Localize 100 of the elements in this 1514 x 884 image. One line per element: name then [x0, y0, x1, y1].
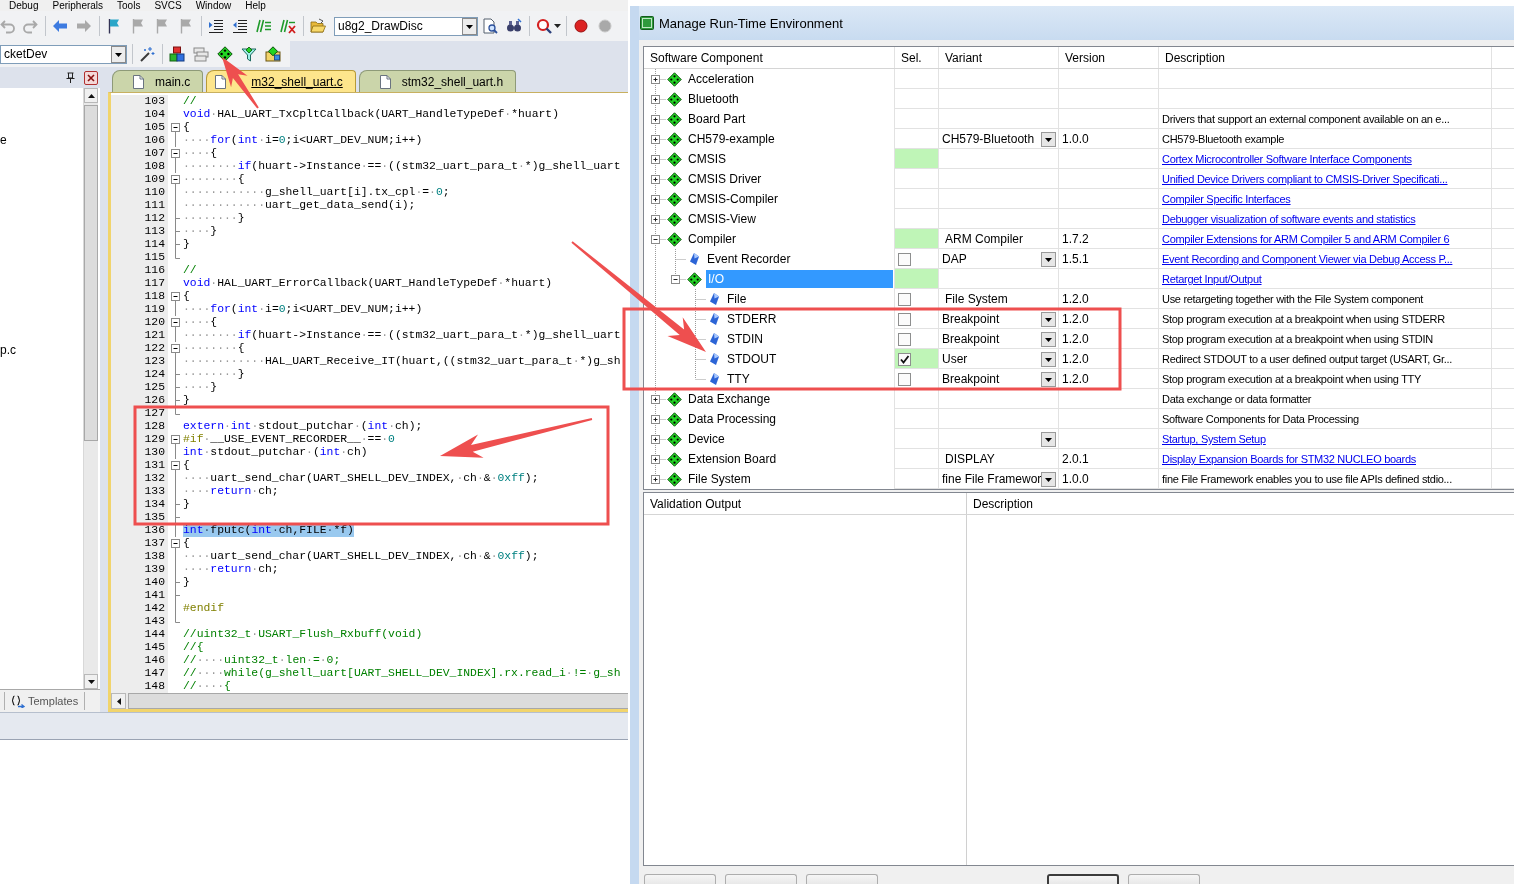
target-dropdown[interactable]: cketDev	[0, 44, 127, 64]
tree-item[interactable]: File System	[686, 470, 753, 488]
plus-box-icon[interactable]	[651, 75, 660, 84]
tree-item[interactable]: Data Exchange	[686, 390, 773, 408]
outdent-icon[interactable]	[232, 18, 248, 34]
variant-dropdown[interactable]: User	[942, 350, 1057, 368]
minus-box-icon[interactable]	[171, 175, 180, 186]
flag-icon[interactable]	[106, 18, 122, 34]
tree-item[interactable]: Data Processing	[686, 410, 779, 428]
wand-icon[interactable]	[139, 46, 155, 62]
binoculars-icon[interactable]	[506, 18, 522, 34]
plus-box-icon[interactable]	[651, 455, 660, 464]
left-arrow-icon[interactable]	[116, 697, 121, 705]
indent-icon[interactable]	[208, 18, 224, 34]
tree-item[interactable]: Event Recorder	[705, 250, 793, 268]
tree-item[interactable]: Bluetooth	[686, 90, 741, 108]
dot-icon[interactable]	[573, 18, 589, 34]
plus-box-icon[interactable]	[651, 435, 660, 444]
plus-box-icon[interactable]	[651, 175, 660, 184]
description-link[interactable]: Debugger visualization of software events and statistics	[1162, 213, 1416, 225]
minus-box-icon[interactable]	[171, 435, 180, 446]
comment-lines-icon[interactable]	[256, 18, 272, 34]
description-link[interactable]: Unified Device Drivers compliant to CMSIS-Driver Specificati...	[1162, 173, 1448, 185]
minus-box-icon[interactable]	[671, 275, 680, 284]
checkbox[interactable]	[898, 292, 911, 306]
variant-dropdown[interactable]: DAP	[942, 250, 1057, 268]
panel-tab[interactable]: Templates	[4, 692, 86, 710]
tree-item[interactable]: STDERR	[725, 310, 779, 328]
tree-item[interactable]: TTY	[725, 370, 752, 388]
description-link[interactable]: Startup, System Setup	[1162, 433, 1266, 445]
tree-item[interactable]: e	[0, 133, 7, 147]
menu-item[interactable]: Window	[188, 0, 239, 11]
minus-box-icon[interactable]	[171, 123, 180, 134]
plus-box-icon[interactable]	[651, 415, 660, 424]
minus-box-icon[interactable]	[171, 539, 180, 550]
diamond-icon[interactable]	[217, 46, 233, 62]
tree-item[interactable]: File	[725, 290, 749, 308]
menu-item[interactable]: SVCS	[147, 0, 189, 11]
tree-item[interactable]: Acceleration	[686, 70, 757, 88]
document-search-icon[interactable]	[482, 18, 498, 34]
minus-box-icon[interactable]	[651, 235, 660, 244]
tree-item[interactable]: CMSIS Driver	[686, 170, 764, 188]
description-link[interactable]: Event Recording and Component Viewer via Debug Access P...	[1162, 253, 1453, 265]
tree-item[interactable]: CMSIS-View	[686, 210, 758, 228]
horizontal-scrollbar[interactable]	[111, 693, 628, 709]
minus-box-icon[interactable]	[171, 344, 180, 355]
editor-tab[interactable]: stm32_shell_uart.h	[358, 70, 517, 92]
minus-box-icon[interactable]	[171, 318, 180, 329]
minus-box-icon[interactable]	[171, 292, 180, 303]
tree-item[interactable]: STDOUT	[725, 350, 779, 368]
package-icon[interactable]	[265, 46, 281, 62]
dialog-button[interactable]	[1047, 874, 1119, 884]
plus-box-icon[interactable]	[651, 135, 660, 144]
funnel-icon[interactable]	[241, 46, 257, 62]
down-arrow-icon[interactable]	[87, 679, 95, 684]
blocks-icon[interactable]	[169, 46, 185, 62]
description-link[interactable]: Cortex Microcontroller Software Interface Components	[1162, 153, 1412, 165]
plus-box-icon[interactable]	[651, 115, 660, 124]
plus-box-icon[interactable]	[651, 395, 660, 404]
variant-dropdown[interactable]: Breakpoint	[942, 330, 1057, 348]
plus-box-icon[interactable]	[651, 475, 660, 484]
variant-dropdown[interactable]: fine File Framewor	[942, 470, 1058, 488]
tree-item[interactable]: Board Part	[686, 110, 748, 128]
editor-tab[interactable]: main.c	[112, 70, 204, 92]
magnifier-icon[interactable]	[536, 18, 552, 34]
tree-item[interactable]: CMSIS	[686, 150, 728, 168]
tree-item[interactable]: CMSIS-Compiler	[686, 190, 780, 208]
checkbox[interactable]	[898, 332, 911, 346]
function-dropdown[interactable]: u8g2_DrawDisc	[334, 16, 478, 36]
tree-item[interactable]: Extension Board	[686, 450, 779, 468]
tree-item[interactable]: Compiler	[686, 230, 738, 248]
tree-item[interactable]: p.c	[0, 343, 16, 357]
plus-box-icon[interactable]	[651, 195, 660, 204]
caret-icon[interactable]	[554, 24, 561, 28]
uncomment-lines-icon[interactable]	[280, 18, 296, 34]
tree-item[interactable]: STDIN	[725, 330, 765, 348]
pin-icon[interactable]	[66, 72, 75, 83]
editor-tab[interactable]: m32_shell_uart.c	[206, 70, 356, 92]
checkbox[interactable]	[898, 352, 911, 366]
up-arrow-icon[interactable]	[87, 93, 95, 98]
variant-dropdown[interactable]: CH579-Bluetooth	[942, 130, 1057, 148]
checkbox[interactable]	[898, 312, 911, 326]
tree-item[interactable]: Device	[686, 430, 727, 448]
plus-box-icon[interactable]	[651, 155, 660, 164]
plus-box-icon[interactable]	[651, 95, 660, 104]
variant-dropdown[interactable]: Breakpoint	[942, 310, 1057, 328]
description-link[interactable]: Display Expansion Boards for STM32 NUCLEO boards	[1162, 453, 1416, 465]
description-link[interactable]: Retarget Input/Output	[1162, 273, 1262, 285]
minus-box-icon[interactable]	[171, 461, 180, 472]
close-icon[interactable]	[84, 70, 98, 85]
plus-box-icon[interactable]	[651, 215, 660, 224]
menu-item[interactable]: Debug	[2, 0, 46, 11]
vertical-scrollbar[interactable]	[83, 88, 98, 689]
variant-dropdown[interactable]: Breakpoint	[942, 370, 1057, 388]
tree-item[interactable]: CH579-example	[686, 130, 777, 148]
description-link[interactable]: Compiler Extensions for ARM Compiler 5 and ARM Compiler 6	[1162, 233, 1450, 245]
checkbox[interactable]	[898, 252, 911, 266]
minus-box-icon[interactable]	[171, 149, 180, 160]
menu-item[interactable]: Help	[238, 0, 273, 11]
checkbox[interactable]	[898, 372, 911, 386]
